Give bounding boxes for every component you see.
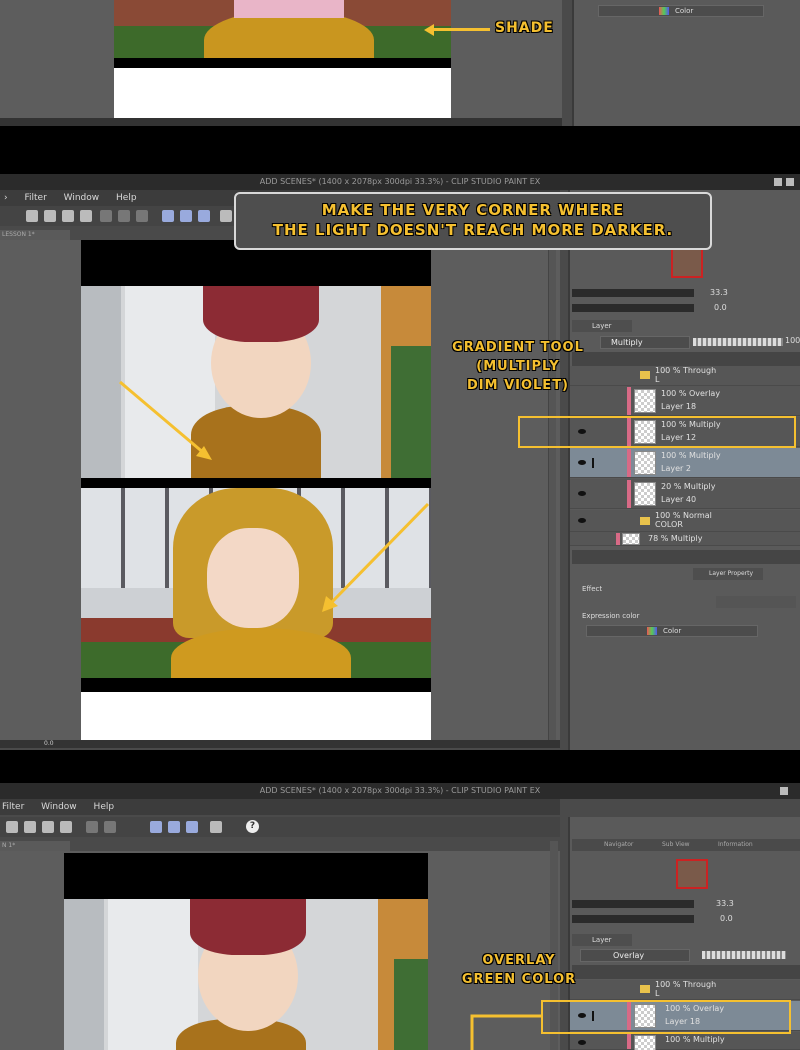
shade-note: Shade	[495, 20, 554, 36]
shade-arrowhead	[424, 24, 434, 36]
overlay-arrow	[470, 1014, 541, 1050]
shade-arrow	[430, 28, 490, 31]
right-panel-top	[572, 0, 800, 126]
color-swatch-icon	[659, 7, 669, 15]
letterbox-bar	[114, 58, 451, 68]
status-bar-top	[0, 118, 562, 126]
arrow-panel-1	[119, 380, 206, 456]
illustration-bottom-fragment	[114, 0, 451, 58]
overlay-connector	[470, 1014, 541, 1050]
screenshot-top: Color Shade	[0, 0, 800, 126]
screenshot-bottom: ADD SCENES* (1400 x 2078px 300dpi 33.3%)…	[0, 783, 800, 1050]
screenshot-middle: ADD SCENES* (1400 x 2078px 300dpi 33.3%)…	[0, 174, 800, 750]
expression-color-select-top[interactable]: Color	[598, 5, 764, 17]
arrow-panel-2	[328, 502, 430, 606]
arrows	[119, 380, 430, 612]
canvas-paper	[114, 68, 451, 118]
